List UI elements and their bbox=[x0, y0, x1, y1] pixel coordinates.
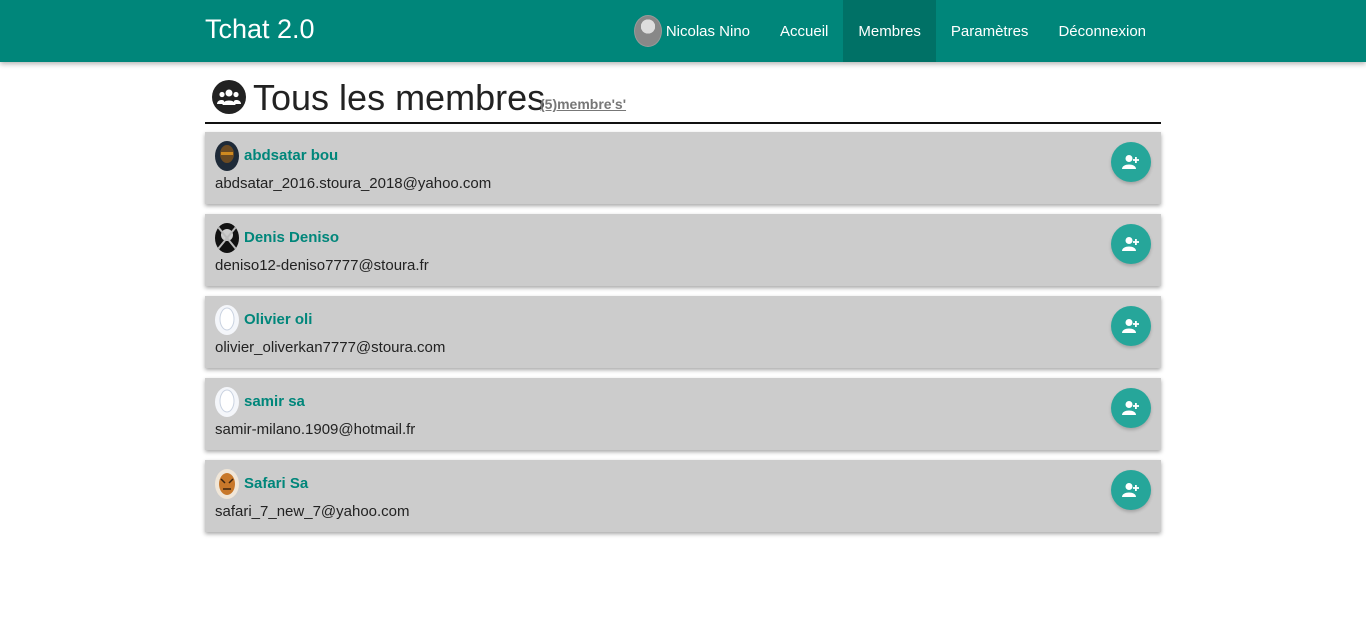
add-member-button[interactable] bbox=[1111, 224, 1151, 264]
user-avatar bbox=[633, 15, 662, 47]
add-user-icon bbox=[1122, 155, 1139, 169]
member-avatar bbox=[215, 141, 239, 171]
member-card: Safari Sa safari_7_new_7@yahoo.com bbox=[205, 460, 1161, 532]
add-user-icon bbox=[1122, 483, 1139, 497]
member-avatar bbox=[215, 223, 239, 253]
member-name[interactable]: abdsatar bou bbox=[244, 147, 338, 164]
member-card: abdsatar bou abdsatar_2016.stoura_2018@y… bbox=[205, 132, 1161, 204]
nav-user-name: Nicolas Nino bbox=[665, 22, 751, 40]
member-name[interactable]: samir sa bbox=[244, 393, 305, 410]
add-user-icon bbox=[1122, 319, 1139, 333]
top-navbar: Tchat 2.0 Nicolas Nino Accueil Membres P… bbox=[0, 0, 1366, 62]
add-member-button[interactable] bbox=[1111, 142, 1151, 182]
add-member-button[interactable] bbox=[1111, 470, 1151, 510]
member-email: olivier_oliverkan7777@stoura.com bbox=[215, 339, 446, 356]
add-member-button[interactable] bbox=[1111, 306, 1151, 346]
add-user-icon bbox=[1122, 401, 1139, 415]
brand-logo[interactable]: Tchat 2.0 bbox=[205, 14, 315, 45]
nav-parametres[interactable]: Paramètres bbox=[936, 0, 1044, 62]
members-list: abdsatar bou abdsatar_2016.stoura_2018@y… bbox=[205, 132, 1161, 532]
member-avatar bbox=[215, 305, 239, 335]
member-email: abdsatar_2016.stoura_2018@yahoo.com bbox=[215, 175, 492, 192]
users-icon bbox=[212, 80, 246, 114]
nav-menu: Nicolas Nino Accueil Membres Paramètres … bbox=[633, 0, 1161, 62]
member-card: samir sa samir-milano.1909@hotmail.fr bbox=[205, 378, 1161, 450]
member-name[interactable]: Denis Deniso bbox=[244, 229, 339, 246]
member-email: deniso12-deniso7777@stoura.fr bbox=[215, 257, 429, 274]
member-name[interactable]: Safari Sa bbox=[244, 475, 308, 492]
member-avatar bbox=[215, 469, 239, 499]
member-email: samir-milano.1909@hotmail.fr bbox=[215, 421, 416, 438]
member-avatar bbox=[215, 387, 239, 417]
add-member-button[interactable] bbox=[1111, 388, 1151, 428]
member-card: Olivier oli olivier_oliverkan7777@stoura… bbox=[205, 296, 1161, 368]
add-user-icon bbox=[1122, 237, 1139, 251]
member-count-link[interactable]: (5)membre's' bbox=[540, 96, 626, 112]
nav-deconnexion[interactable]: Déconnexion bbox=[1043, 0, 1161, 62]
member-card: Denis Deniso deniso12-deniso7777@stoura.… bbox=[205, 214, 1161, 286]
member-email: safari_7_new_7@yahoo.com bbox=[215, 503, 410, 520]
page-header: Tous les membres (5)membre's' bbox=[205, 62, 1161, 124]
nav-accueil[interactable]: Accueil bbox=[765, 0, 843, 62]
page-title: Tous les membres bbox=[253, 77, 546, 118]
main-content: Tous les membres (5)membre's' abdsatar b… bbox=[205, 62, 1161, 542]
member-name[interactable]: Olivier oli bbox=[244, 311, 312, 328]
nav-user-profile[interactable]: Nicolas Nino bbox=[633, 0, 765, 62]
nav-membres[interactable]: Membres bbox=[843, 0, 936, 62]
